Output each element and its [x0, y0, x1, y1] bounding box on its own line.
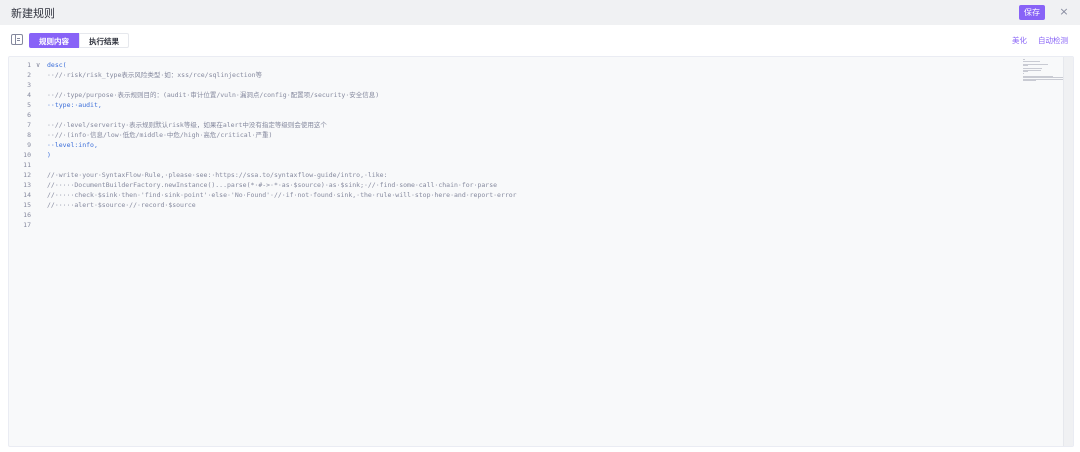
code-line[interactable]: 7 ··//·level/serverity·表示规则默认risk等级，如果在al…	[9, 120, 1019, 130]
fold-chevron-icon[interactable]: ∨	[36, 60, 40, 70]
minimap[interactable]	[1013, 57, 1065, 97]
save-button[interactable]: 保存	[1019, 5, 1045, 20]
line-number: 1	[27, 61, 31, 69]
code-line[interactable]: 12 //·write·your·SyntaxFlow·Rule,·please·…	[9, 170, 1019, 180]
minimap-line	[1023, 71, 1028, 72]
line-number: 9	[27, 141, 31, 149]
beautify-button[interactable]: 美化	[1012, 35, 1027, 46]
code-editor[interactable]: 1 ∨ desc( 2 ··//·risk/risk_type表示风险类型·如：xss/…	[8, 56, 1074, 447]
code-line[interactable]: 2 ··//·risk/risk_type表示风险类型·如：xss/rce/sql…	[9, 70, 1019, 80]
page-header: 新建规则 保存 ×	[0, 0, 1080, 25]
line-number: 14	[23, 191, 31, 199]
page-title: 新建规则	[11, 7, 55, 20]
code-text: ··//·(info·信息/low·低危/middle·中危/high·高危/c…	[47, 131, 273, 139]
line-number: 7	[27, 121, 31, 129]
code-text: //·write·your·SyntaxFlow·Rule,·please·se…	[47, 171, 388, 179]
code-line[interactable]: 14 //·····check·$sink·then·'find·sink·poi…	[9, 190, 1019, 200]
line-number: 16	[23, 211, 31, 219]
code-text: //·····check·$sink·then·'find·sink·point…	[47, 191, 517, 199]
line-number: 11	[23, 161, 31, 169]
line-number: 4	[27, 91, 31, 99]
auto-check-button[interactable]: 自动检测	[1038, 35, 1068, 46]
close-icon[interactable]: ×	[1058, 5, 1070, 19]
code-line[interactable]: 3	[9, 80, 1019, 90]
editor-toolbar: 规则内容 执行结果 美化 自动检测	[0, 25, 1080, 55]
code-line[interactable]: 6	[9, 110, 1019, 120]
code-line[interactable]: 16	[9, 210, 1019, 220]
code-text: //·····DocumentBuilderFactory.newInstanc…	[47, 181, 498, 189]
code-line[interactable]: 17	[9, 220, 1019, 230]
tab-group: 规则内容 执行结果	[29, 33, 129, 48]
code-line[interactable]: 11	[9, 160, 1019, 170]
code-line[interactable]: 4 ··//·type/purpose·表示规则目的：(audit·审计位置/vu…	[9, 90, 1019, 100]
tab-rule-content[interactable]: 规则内容	[29, 33, 79, 48]
line-number: 10	[23, 151, 31, 159]
line-number: 13	[23, 181, 31, 189]
code-text: ··//·level/serverity·表示规则默认risk等级，如果在ale…	[47, 121, 327, 129]
code-text: //·····alert·$source·//·record·$source	[47, 201, 196, 209]
code-text: ··level:info,	[47, 141, 98, 149]
code-line[interactable]: 10)	[9, 150, 1019, 160]
code-text: ··type:·audit,	[47, 101, 102, 109]
vertical-scrollbar[interactable]	[1063, 57, 1073, 446]
code-line[interactable]: 9 ··level:info,	[9, 140, 1019, 150]
code-text: )	[47, 151, 51, 159]
code-text: ··//·risk/risk_type表示风险类型·如：xss/rce/sqli…	[47, 71, 263, 79]
code-line[interactable]: 15 //·····alert·$source·//·record·$source	[9, 200, 1019, 210]
code-line[interactable]: 13 //·····DocumentBuilderFactory.newInsta…	[9, 180, 1019, 190]
line-number: 3	[27, 81, 31, 89]
rule-panel: 规则内容 执行结果 美化 自动检测 1 ∨ desc( 2 ··//·risk/risk…	[0, 25, 1080, 452]
minimap-line	[1023, 60, 1041, 62]
tab-execution-result[interactable]: 执行结果	[79, 33, 129, 48]
code-line[interactable]: 8 ··//·(info·信息/low·低危/middle·中危/high·高危/…	[9, 130, 1019, 140]
code-line[interactable]: 1 ∨ desc(	[9, 60, 1019, 70]
line-number: 2	[27, 71, 31, 79]
minimap-line	[1023, 65, 1028, 66]
minimap-line	[1023, 80, 1037, 81]
line-number: 6	[27, 111, 31, 119]
line-number: 12	[23, 171, 31, 179]
code-text: ··//·type/purpose·表示规则目的：(audit·审计位置/vul…	[47, 91, 380, 99]
line-number: 15	[23, 201, 31, 209]
line-number: 17	[23, 221, 31, 229]
line-number: 8	[27, 131, 31, 139]
sidebar-toggle-icon[interactable]	[11, 34, 23, 45]
line-number: 5	[27, 101, 31, 109]
code-text: desc(	[47, 61, 67, 69]
code-line[interactable]: 5 ··type:·audit,	[9, 100, 1019, 110]
